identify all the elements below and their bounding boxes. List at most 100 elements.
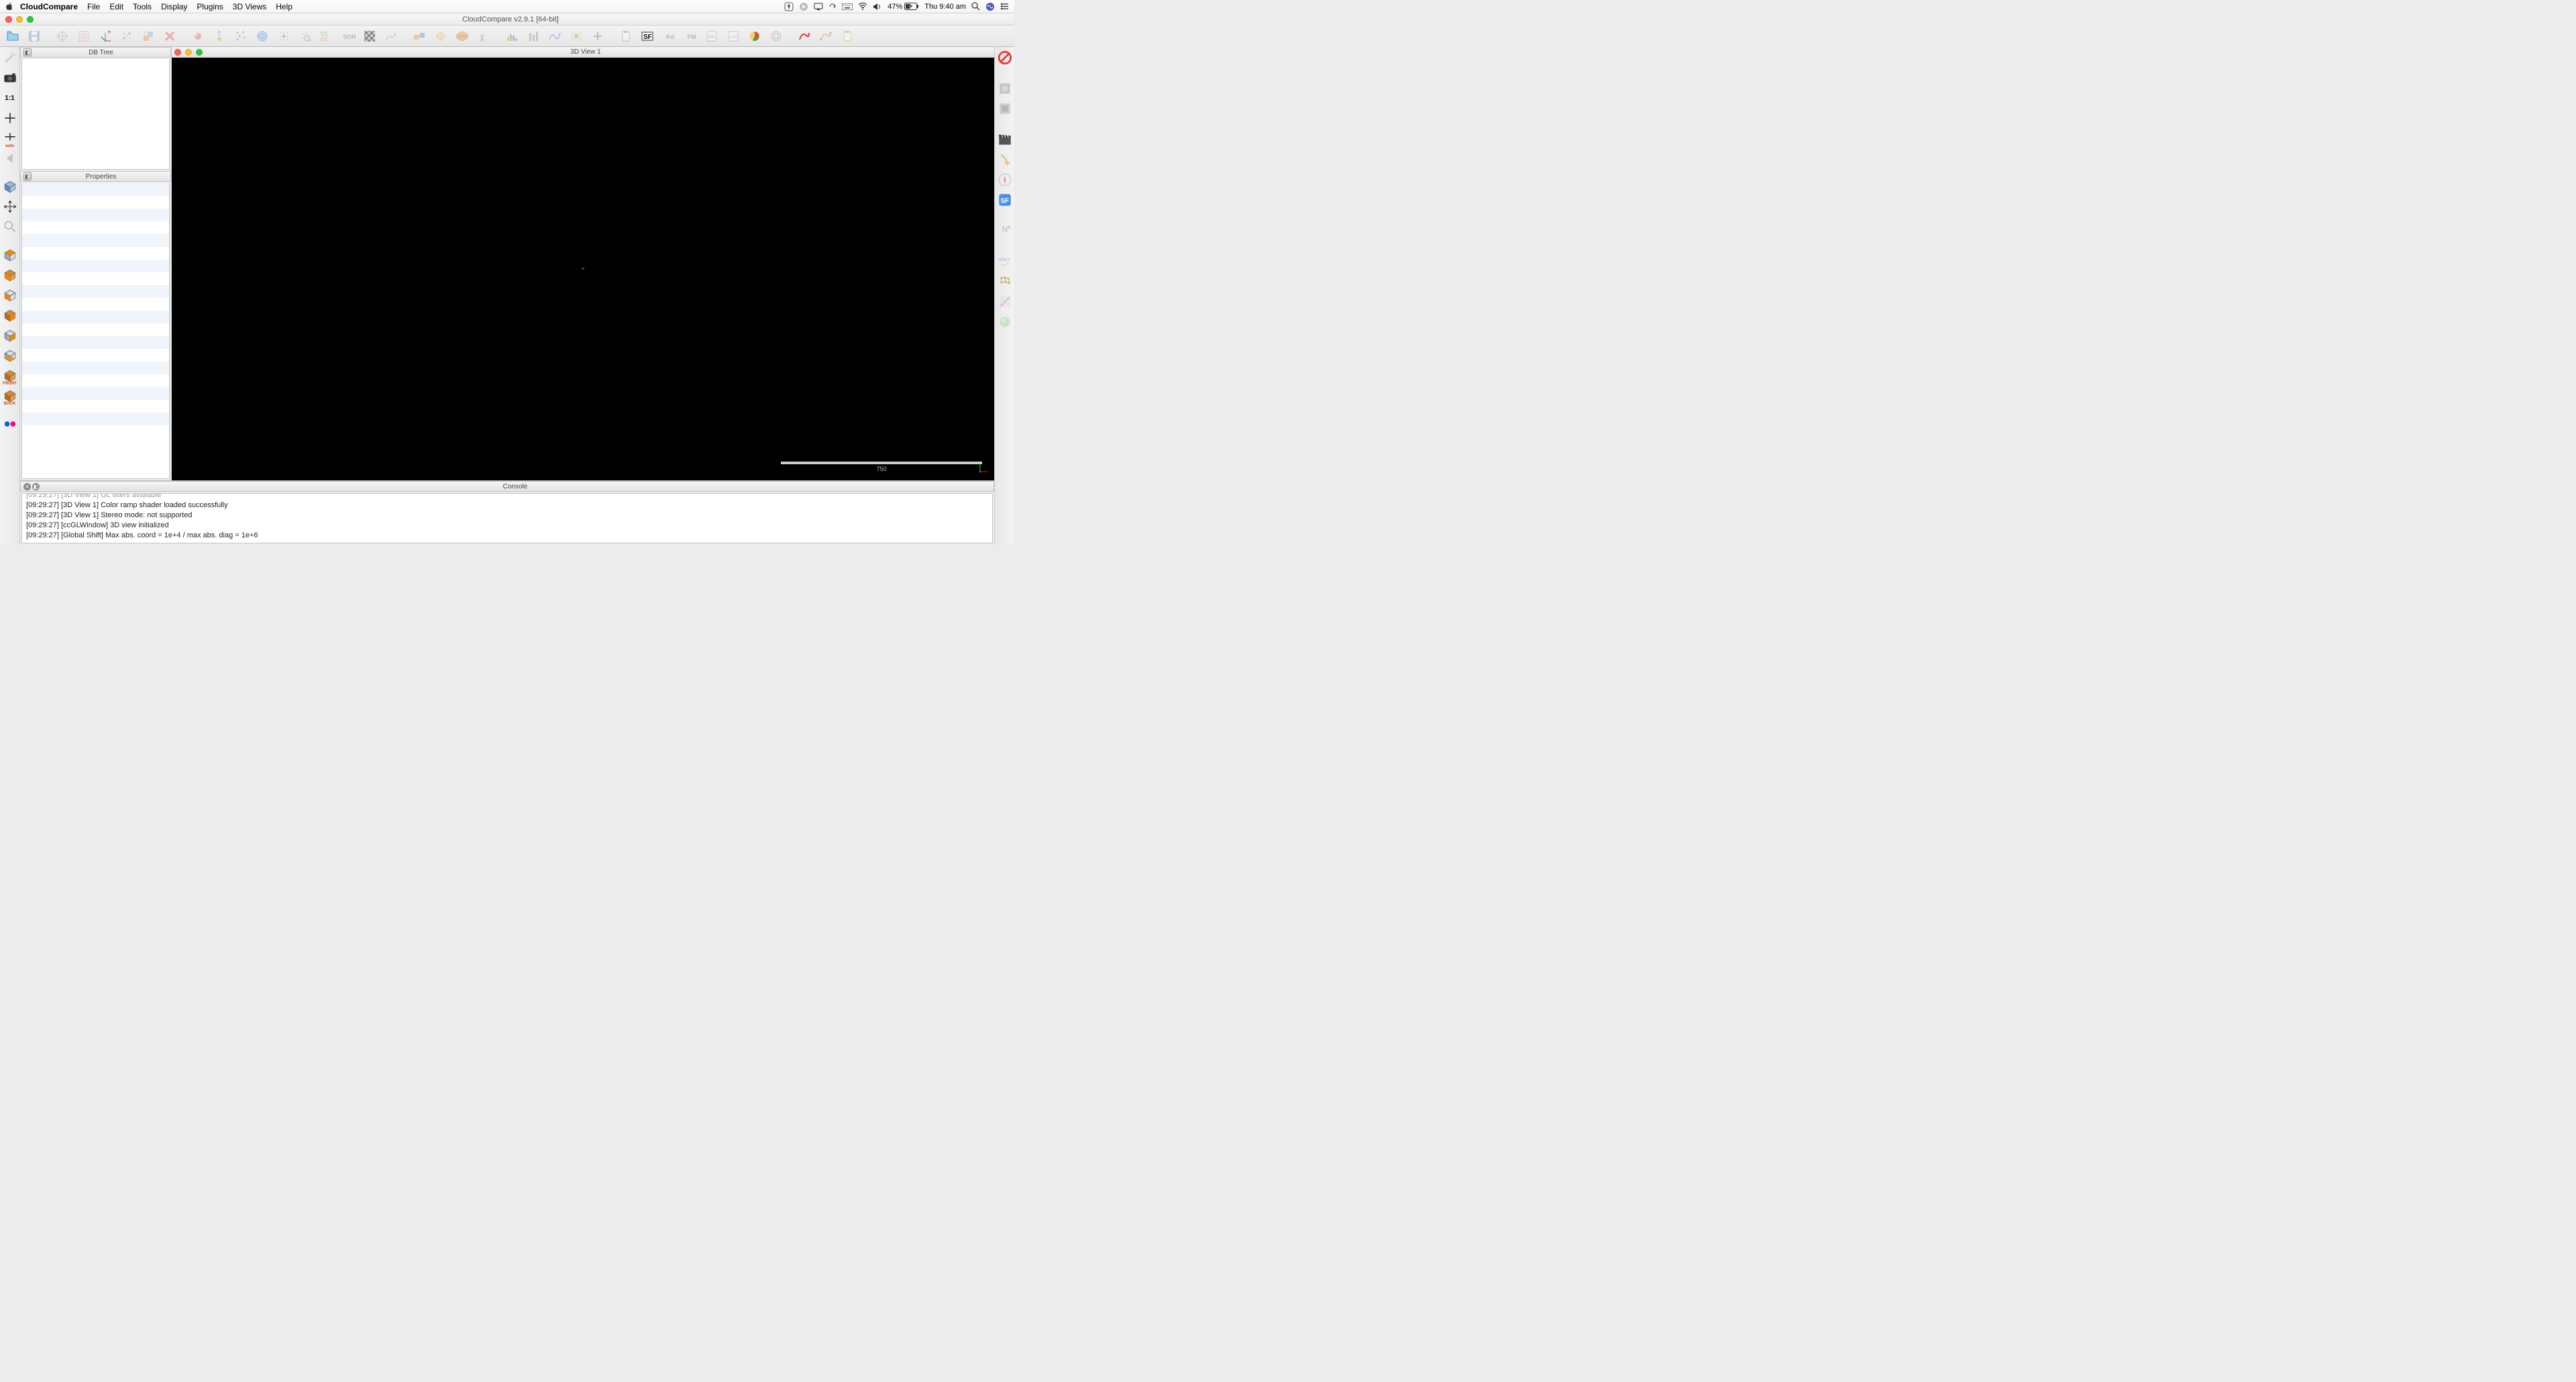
forbidden-icon[interactable]	[997, 50, 1013, 66]
menu-plugins[interactable]: Plugins	[197, 2, 223, 11]
cube-front-left-icon[interactable]	[2, 267, 18, 283]
console-body[interactable]: [09:29:27] [3D View 1] GL filters availa…	[21, 493, 993, 543]
status-spotlight-icon[interactable]	[971, 2, 980, 11]
status-airplay-icon[interactable]	[814, 3, 823, 11]
clipboard2-icon[interactable]	[837, 28, 857, 45]
cube-top-icon[interactable]	[2, 247, 18, 263]
stroke-icon[interactable]	[794, 28, 814, 45]
n-arrow-icon[interactable]: N	[997, 223, 1013, 239]
panel-detach-icon[interactable]: ◧	[23, 172, 32, 180]
export-csv-icon[interactable]: CSV	[723, 28, 743, 45]
console-header[interactable]: ✕ ◧ Console	[20, 481, 994, 492]
dbtree-panel[interactable]	[21, 59, 170, 170]
clipboard-icon[interactable]	[616, 28, 636, 45]
app-name[interactable]: CloudCompare	[20, 2, 78, 11]
menu-file[interactable]: File	[87, 2, 100, 11]
arrow-left-icon[interactable]	[2, 150, 18, 166]
pick-up-icon[interactable]	[209, 28, 229, 45]
pie-icon[interactable]	[745, 28, 765, 45]
status-shield-icon[interactable]	[784, 2, 794, 11]
globe-icon[interactable]	[766, 28, 786, 45]
list-icon[interactable]	[74, 28, 94, 45]
menu-display[interactable]: Display	[161, 2, 187, 11]
move-icon[interactable]	[2, 199, 18, 215]
status-battery[interactable]: 47%	[888, 3, 919, 11]
fm-icon[interactable]: FM	[680, 28, 700, 45]
align-icon[interactable]	[138, 28, 158, 45]
add-icon[interactable]	[588, 28, 608, 45]
camera-icon[interactable]	[2, 70, 18, 86]
transform-icon[interactable]	[117, 28, 137, 45]
crosshair-icon[interactable]	[431, 28, 451, 45]
console-detach-icon[interactable]: ◧	[32, 483, 40, 490]
sphere-red-icon[interactable]	[188, 28, 208, 45]
console-close-icon[interactable]: ✕	[23, 483, 31, 490]
cc-icon[interactable]: CCCC	[317, 28, 337, 45]
delete-icon[interactable]	[160, 28, 180, 45]
sf-blue-icon[interactable]: SF	[997, 192, 1013, 208]
wand-icon[interactable]	[2, 50, 18, 66]
bars-icon[interactable]	[523, 28, 543, 45]
menu-help[interactable]: Help	[276, 2, 292, 11]
density-icon[interactable]	[295, 28, 315, 45]
view3d-zoom-button[interactable]	[196, 49, 203, 56]
menu-tools[interactable]: Tools	[133, 2, 152, 11]
apple-icon[interactable]	[5, 3, 13, 11]
window-zoom-button[interactable]	[27, 16, 34, 23]
sor-icon[interactable]: SOR	[338, 28, 358, 45]
grid-mesh-icon[interactable]	[997, 274, 1013, 290]
flickr-icon[interactable]	[2, 416, 18, 432]
ssao-icon[interactable]	[997, 101, 1013, 117]
subsample-icon[interactable]	[274, 28, 294, 45]
merge-icon[interactable]	[409, 28, 429, 45]
kd-icon[interactable]: Kd	[659, 28, 679, 45]
status-play-icon[interactable]	[799, 2, 808, 11]
cube-perspective-icon[interactable]	[2, 178, 18, 195]
view3d-minimize-button[interactable]	[185, 49, 192, 56]
status-keyboard-icon[interactable]	[842, 3, 853, 10]
window-close-button[interactable]	[5, 16, 12, 23]
broom-icon[interactable]	[997, 152, 1013, 168]
export-bin-icon[interactable]: BIN	[702, 28, 722, 45]
panel-detach-icon[interactable]: ◧	[23, 48, 32, 56]
plus-icon[interactable]	[2, 110, 18, 126]
edl-icon[interactable]	[997, 81, 1013, 97]
cube-front-icon[interactable]: FRONT	[2, 368, 18, 384]
save-icon[interactable]	[24, 28, 44, 45]
stroke2-icon[interactable]	[816, 28, 836, 45]
material-icon[interactable]	[360, 28, 380, 45]
view3d-viewport[interactable]: + 750	[172, 58, 994, 480]
cube-back-icon[interactable]: BACK	[2, 388, 18, 404]
crop-icon[interactable]	[566, 28, 586, 45]
status-notifications-icon[interactable]	[1000, 3, 1009, 10]
window-minimize-button[interactable]	[16, 16, 23, 23]
mesh-blue-icon[interactable]	[252, 28, 272, 45]
cube-bottom-icon[interactable]	[2, 348, 18, 364]
scatter-icon[interactable]	[231, 28, 251, 45]
menu-3dviews[interactable]: 3D Views	[233, 2, 266, 11]
properties-panel[interactable]	[21, 183, 170, 479]
axes-plus-icon[interactable]: +	[95, 28, 115, 45]
status-wifi-icon[interactable]	[858, 3, 867, 10]
compass-icon[interactable]	[997, 172, 1013, 188]
sphere-green-icon[interactable]	[997, 314, 1013, 330]
target-icon[interactable]	[52, 28, 72, 45]
section-icon[interactable]	[452, 28, 472, 45]
status-siri-icon[interactable]	[985, 2, 995, 11]
m3c2-icon[interactable]: M3C2	[997, 254, 1013, 270]
curve-icon[interactable]	[545, 28, 565, 45]
cube-back-right-icon[interactable]	[2, 327, 18, 343]
ransac-icon[interactable]	[997, 294, 1013, 310]
one-to-one-icon[interactable]: 1:1	[2, 90, 18, 106]
dbtree-panel-header[interactable]: ◧ DB Tree	[20, 47, 171, 58]
status-clock[interactable]: Thu 9:40 am	[924, 3, 966, 11]
histogram-icon[interactable]	[502, 28, 522, 45]
menu-edit[interactable]: Edit	[109, 2, 123, 11]
chi-icon[interactable]: χ	[474, 28, 494, 45]
status-volume-icon[interactable]	[873, 3, 882, 11]
cube-left-icon[interactable]	[2, 287, 18, 303]
magnify-icon[interactable]	[2, 219, 18, 235]
view3d-close-button[interactable]	[174, 49, 181, 56]
clapper-icon[interactable]	[997, 131, 1013, 148]
stats-icon[interactable]	[381, 28, 401, 45]
